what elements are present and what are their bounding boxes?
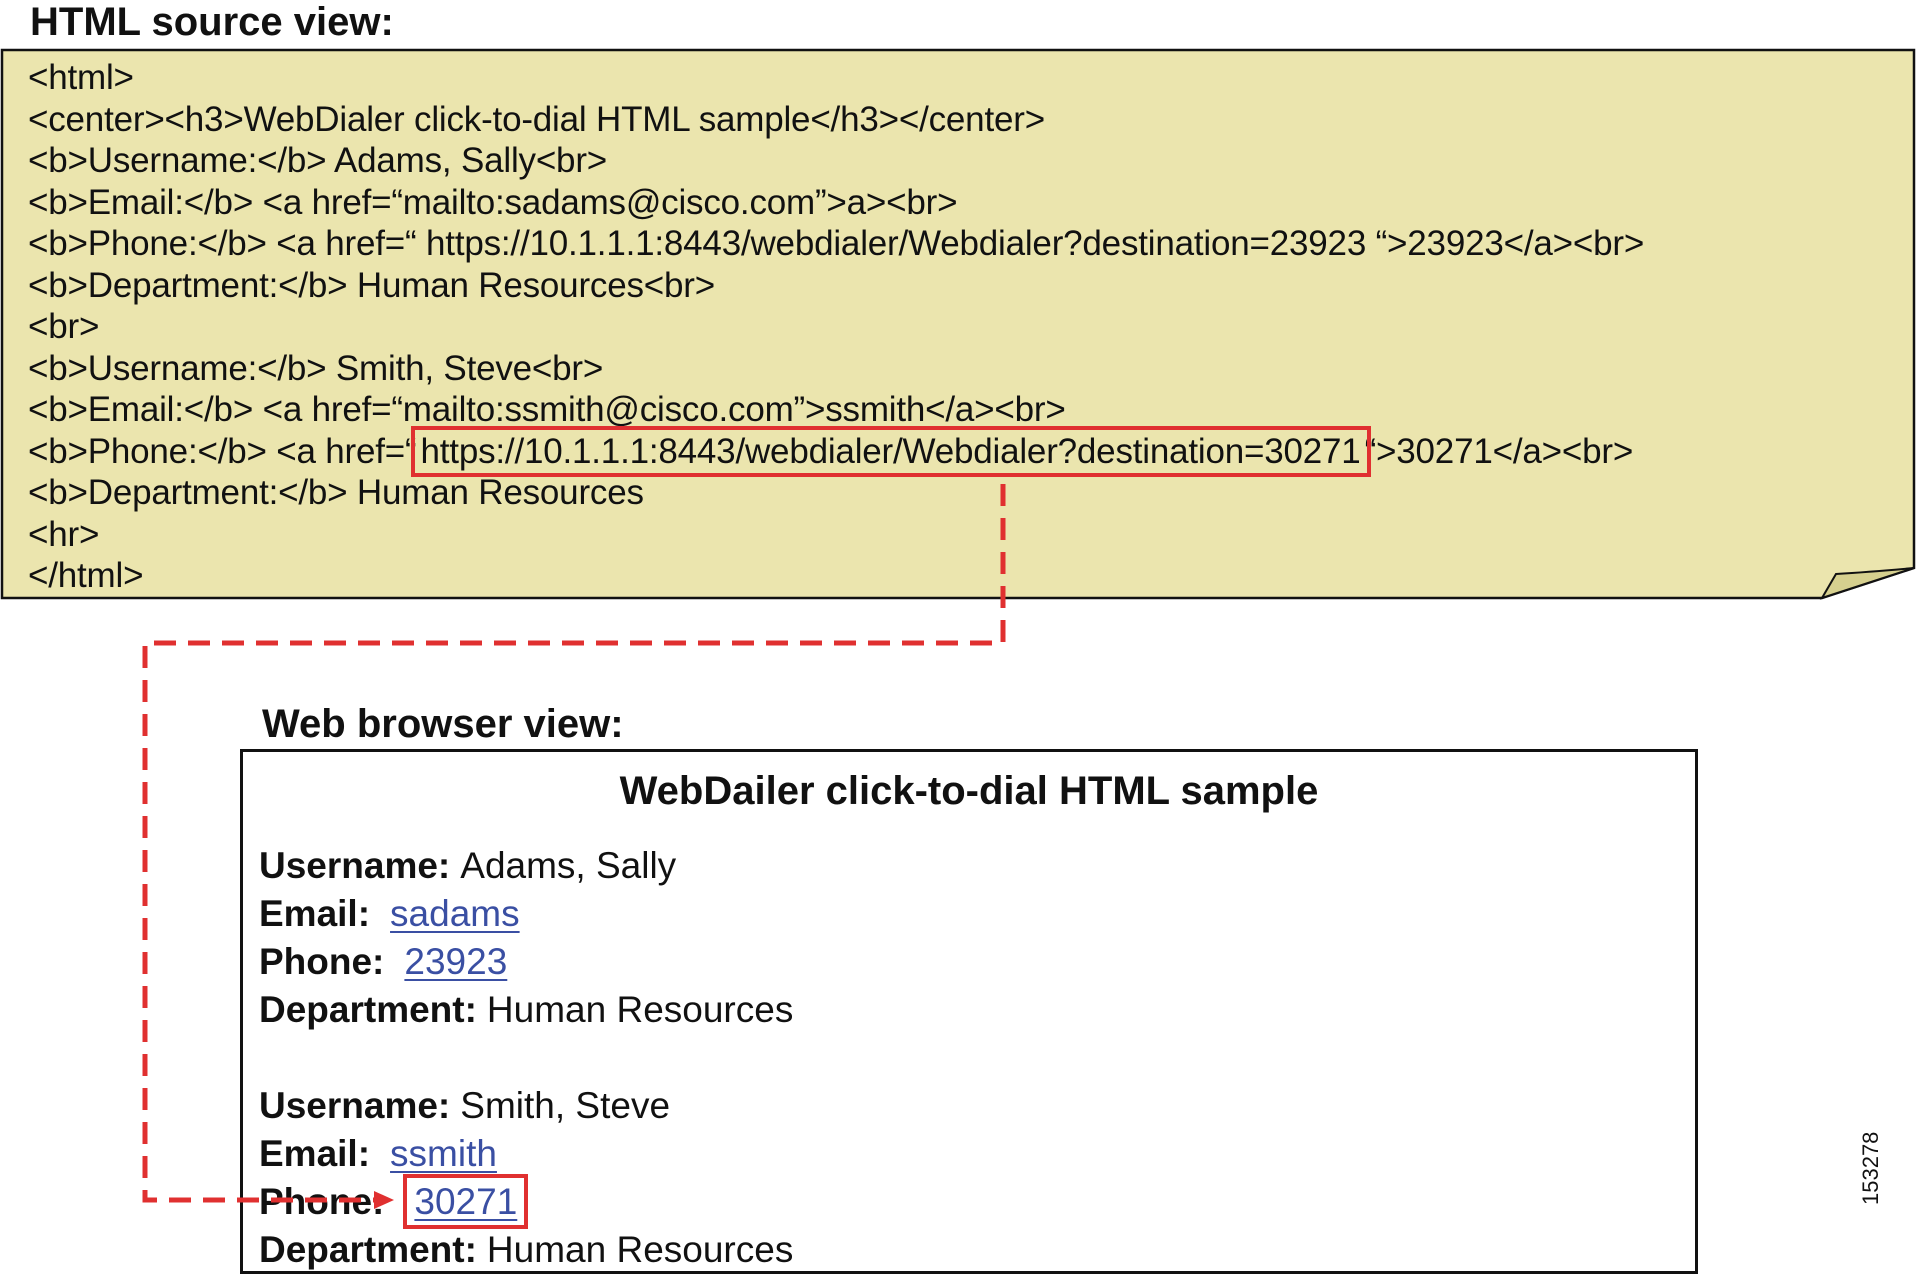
department-value: Human Resources [486, 1229, 794, 1270]
browser-view-panel: WebDailer click-to-dial HTML sample User… [240, 749, 1698, 1274]
email-label: Email: [259, 893, 371, 934]
highlighted-phone-link[interactable]: 30271 [403, 1174, 529, 1229]
record-1-username-row: Username: Adams, Sally [259, 844, 676, 888]
code-line: </html> [28, 556, 144, 595]
phone-label: Phone: [259, 941, 385, 982]
browser-view-heading: Web browser view: [262, 702, 624, 746]
record-2-username-row: Username: Smith, Steve [259, 1084, 670, 1128]
code-line: <center><h3>WebDialer click-to-dial HTML… [28, 99, 1045, 139]
code-line: <html> [28, 58, 134, 97]
html-source-code: <html> <center><h3>WebDialer click-to-di… [28, 57, 1888, 597]
email-label: Email: [259, 1133, 371, 1174]
record-2-department-row: Department: Human Resources [259, 1228, 793, 1272]
record-2-email-row: Email: ssmith [259, 1132, 497, 1176]
department-label: Department: [259, 1229, 477, 1270]
code-line: <b>Phone:</b> <a href=“ https://10.1.1.1… [28, 224, 1645, 263]
record-2-phone-row: Phone: 30271 [259, 1174, 529, 1229]
code-line: <b>Department:</b> Human Resources<br> [28, 265, 715, 305]
code-line: <b>Username:</b> Smith, Steve<br> [28, 348, 604, 388]
highlighted-code-line: <b>Phone:</b> <a href=“ https://10.1.1.1:… [28, 425, 1888, 477]
code-line: <b>Username:</b> Adams, Sally<br> [28, 141, 608, 180]
phone-link[interactable]: 23923 [404, 941, 507, 982]
highlighted-url: https://10.1.1.1:8443/webdialer/Webdiale… [410, 425, 1371, 477]
code-line: <br> [28, 307, 100, 346]
record-1-email-row: Email: sadams [259, 892, 520, 936]
department-value: Human Resources [486, 989, 794, 1030]
code-suffix: “>30271</a><br> [1364, 431, 1634, 471]
department-label: Department: [259, 989, 477, 1030]
code-line: <b>Department:</b> Human Resources [28, 473, 644, 512]
username-label: Username: [259, 1085, 451, 1126]
source-view-heading: HTML source view: [30, 0, 394, 44]
email-link[interactable]: sadams [390, 893, 520, 934]
code-line: <b>Email:</b> <a href=“mailto:ssmith@cis… [28, 390, 1066, 429]
code-line: <hr> [28, 514, 100, 554]
record-1-department-row: Department: Human Resources [259, 988, 793, 1032]
browser-page-title: WebDailer click-to-dial HTML sample [619, 769, 1319, 813]
email-link[interactable]: ssmith [390, 1133, 497, 1174]
code-line: <b>Email:</b> <a href=“mailto:sadams@cis… [28, 182, 958, 222]
code-prefix: <b>Phone:</b> <a href=“ [28, 431, 417, 471]
username-value: Smith, Steve [460, 1085, 671, 1126]
figure-id-number: 153278 [1858, 1131, 1883, 1205]
username-value: Adams, Sally [460, 845, 677, 886]
username-label: Username: [259, 845, 451, 886]
phone-label: Phone: [259, 1181, 385, 1222]
record-1-phone-row: Phone: 23923 [259, 940, 507, 984]
